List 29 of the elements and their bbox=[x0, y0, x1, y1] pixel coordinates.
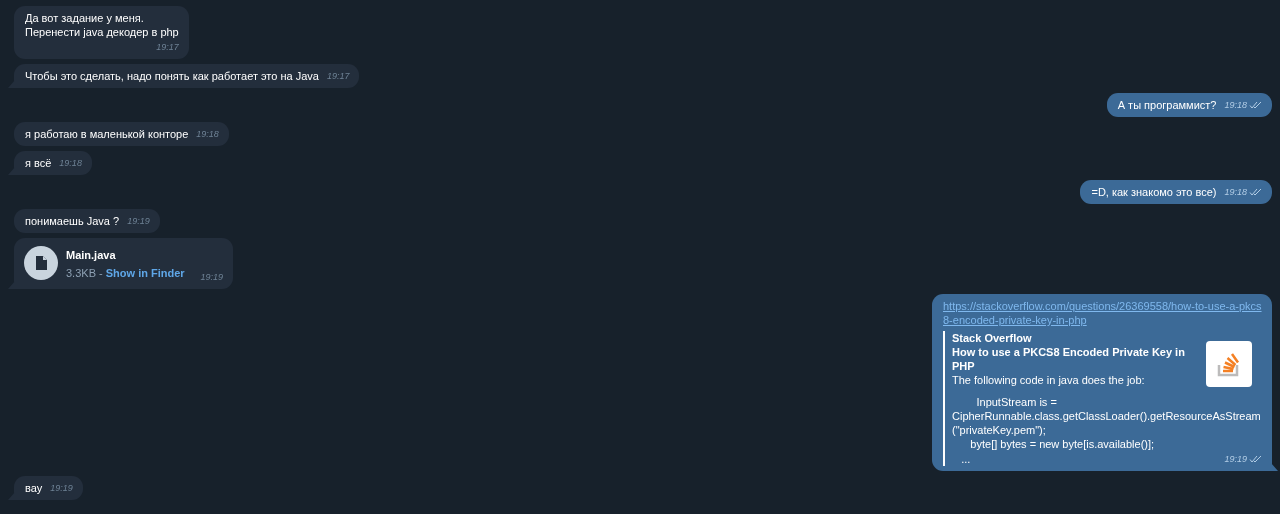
message-text: я работаю в маленькой конторе bbox=[25, 127, 189, 141]
message-time: 19:17 bbox=[326, 70, 350, 83]
message-text: =D, как знакомо это все) bbox=[1091, 185, 1217, 199]
message-time: 19:19 bbox=[200, 272, 224, 282]
message-time: 19:19 bbox=[127, 215, 150, 228]
message-time: 19:18 bbox=[1224, 99, 1247, 112]
preview-title: How to use a PKCS8 Encoded Private Key in PHP bbox=[952, 345, 1186, 373]
show-in-finder-link[interactable]: Show in Finder bbox=[105, 267, 185, 279]
message-text: Чтобы это сделать, надо понять как работает это на Java bbox=[25, 69, 319, 83]
message-text: я всё bbox=[25, 156, 52, 170]
file-icon bbox=[24, 246, 58, 280]
message-time: 19:18 bbox=[1224, 186, 1247, 199]
preview-site-name: Stack Overflow bbox=[952, 331, 1033, 345]
site-logo-icon bbox=[1206, 341, 1252, 387]
message-time: 19:19 bbox=[1224, 454, 1247, 464]
message-text: А ты программист? bbox=[1117, 98, 1217, 112]
link-url[interactable]: https://stackoverflow.com/questions/26369558/how-to-use-a-pkcs8-encoded-private-key-in-php bbox=[943, 299, 1262, 327]
preview-code: InputStream is = CipherRunnable.class.getClassLoader().getResourceAsStream("privateKey.pem"); byte[] bytes = new byte[is.available()]; bbox=[952, 395, 1262, 451]
preview-description: The following code in java does the job: bbox=[952, 373, 1146, 387]
message-time: 19:18 bbox=[196, 128, 219, 141]
file-name: Main.java bbox=[66, 248, 117, 262]
preview-ellipsis: ... bbox=[960, 452, 971, 466]
message-time: 19:18 bbox=[59, 157, 82, 170]
message-time: 19:17 bbox=[156, 42, 179, 52]
message-time: 19:19 bbox=[50, 482, 73, 495]
file-size: 3.3KB - bbox=[66, 267, 103, 279]
message-text: Да вот задание у меня. Перенести java декодер в php bbox=[25, 11, 179, 39]
message-text: вау bbox=[25, 481, 43, 495]
message-text: понимаешь Java ? bbox=[25, 214, 120, 228]
